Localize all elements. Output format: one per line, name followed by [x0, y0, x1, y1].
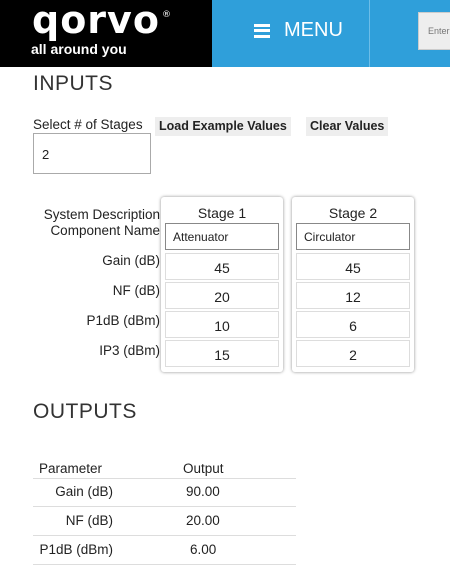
gain-label: Gain (dB) [102, 253, 160, 268]
table-row: P1dB (dBm) 6.00 [33, 536, 296, 565]
logo-text: qorvo [32, 0, 160, 42]
row-value: 20.00 [186, 513, 220, 528]
row-parameter: P1dB (dBm) [39, 542, 113, 557]
stage-1-ip3-input[interactable]: 15 [165, 340, 279, 367]
output-column-header: Output [183, 461, 224, 476]
stage-2-card: Stage 2 Circulator 45 12 6 2 [292, 197, 414, 372]
stage-1-title: Stage 1 [197, 205, 247, 221]
logo-tagline: all around you [31, 41, 127, 57]
stage-2-component-input[interactable]: Circulator [296, 223, 410, 250]
stage-1-p1db-input[interactable]: 10 [165, 311, 279, 338]
table-row: NF (dB) 20.00 [33, 507, 296, 536]
row-value: 90.00 [186, 484, 220, 499]
logo-wordmark: qorvo ® [32, 0, 172, 42]
table-row: Gain (dB) 90.00 [33, 478, 296, 507]
clear-values-button[interactable]: Clear Values [306, 117, 389, 136]
load-example-button[interactable]: Load Example Values [155, 117, 291, 136]
registered-mark: ® [161, 10, 172, 20]
stage-2-nf-input[interactable]: 12 [296, 282, 410, 309]
stage-2-ip3-input[interactable]: 2 [296, 340, 410, 367]
system-description-label: System Description [43, 207, 160, 222]
hamburger-icon [254, 23, 270, 38]
p1db-label: P1dB (dBm) [86, 313, 160, 328]
row-parameter: NF (dB) [65, 513, 113, 528]
stage-2-p1db-input[interactable]: 6 [296, 311, 410, 338]
stages-input[interactable]: 2 [33, 133, 151, 174]
stage-1-gain-input[interactable]: 45 [165, 253, 279, 280]
site-header: qorvo ® all around you MENU Enter [0, 0, 450, 67]
stages-label: Select # of Stages [33, 117, 143, 132]
row-parameter: Gain (dB) [55, 484, 113, 499]
menu-label: MENU [284, 19, 343, 41]
stage-1-nf-input[interactable]: 20 [165, 282, 279, 309]
stage-2-gain-input[interactable]: 45 [296, 253, 410, 280]
parameter-column-header: Parameter [39, 461, 103, 476]
component-name-label: Component Name [50, 223, 160, 238]
ip3-label: IP3 (dBm) [99, 343, 160, 358]
inputs-heading: INPUTS [33, 72, 114, 95]
outputs-heading: OUTPUTS [33, 400, 137, 423]
stage-1-card: Stage 1 Attenuator 45 20 10 15 [161, 197, 283, 372]
qorvo-logo[interactable]: qorvo ® all around you [0, 0, 212, 67]
header-divider [369, 0, 370, 67]
row-value: 6.00 [190, 542, 217, 557]
stage-2-title: Stage 2 [328, 205, 378, 221]
nf-label: NF (dB) [112, 283, 160, 298]
outputs-header-row: Parameter Output [33, 452, 296, 479]
menu-button[interactable]: MENU [254, 19, 343, 42]
search-input[interactable]: Enter [418, 12, 450, 50]
stage-1-component-input[interactable]: Attenuator [165, 223, 279, 250]
